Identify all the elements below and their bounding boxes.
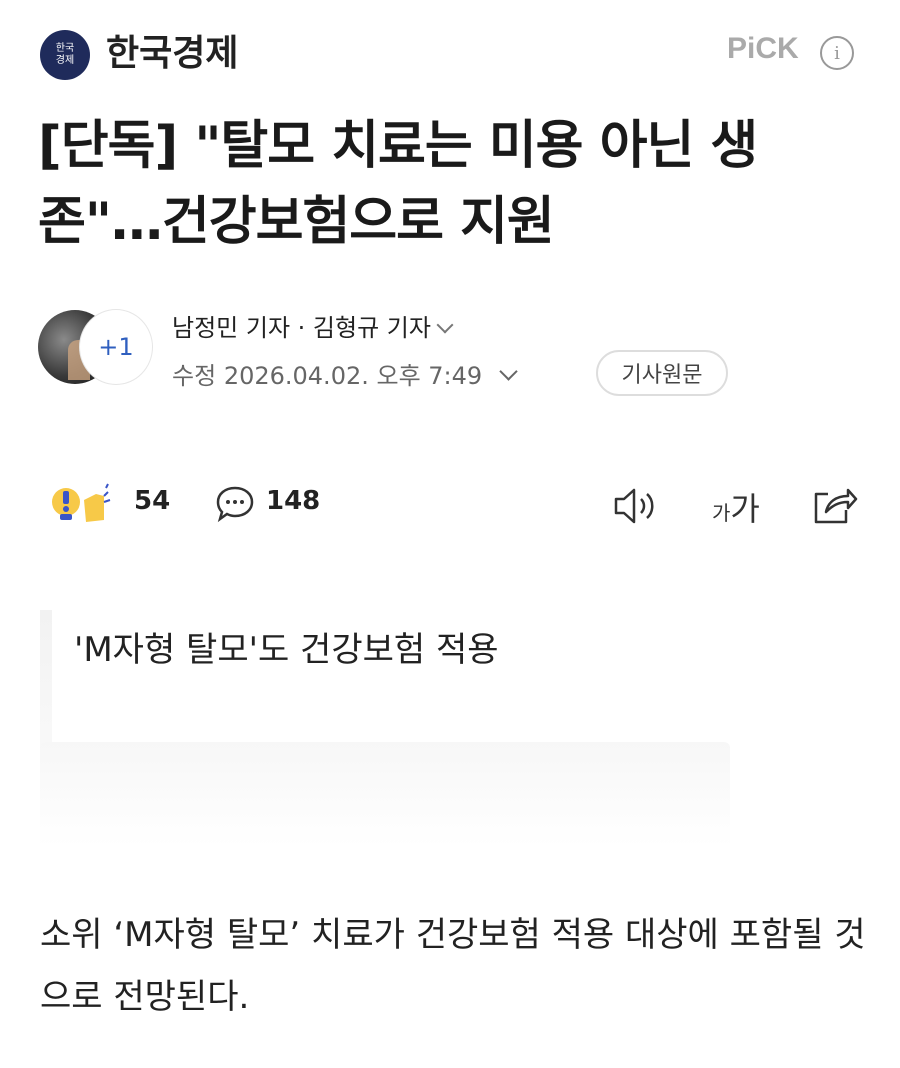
comment-count: 148	[266, 486, 321, 516]
article-body: 소위 ‘M자형 탈모’ 치료가 건강보험 적용 대상에 포함될 것으로 전망된다…	[40, 915, 866, 1017]
press-logo-text-bottom: 경제	[55, 55, 75, 66]
original-article-button[interactable]: 기사원문	[596, 350, 728, 396]
article-title: [단독] "탈모 치료는 미용 아닌 생존"…건강보험으로 지원	[38, 116, 758, 252]
press-logo[interactable]: 한국 경제	[40, 30, 90, 80]
article-image[interactable]	[40, 742, 730, 892]
reporter-names-text: 남정민 기자 · 김형규 기자	[172, 314, 431, 342]
modified-date[interactable]: 수정 2026.04.02. 오후 7:49	[172, 356, 518, 391]
article-header: 한국 경제 한국경제 PiCK i	[0, 0, 900, 110]
comment-icon[interactable]	[214, 484, 256, 524]
press-logo-text-top: 한국	[55, 43, 75, 54]
font-size-small: 가	[712, 501, 731, 525]
article-actions: 54 148 가가	[0, 470, 900, 540]
reaction-icon[interactable]	[46, 480, 126, 528]
modified-label: 수정	[172, 362, 217, 390]
info-icon[interactable]: i	[820, 36, 854, 70]
modified-datetime: 2026.04.02. 오후 7:49	[223, 362, 483, 390]
chevron-down-icon	[499, 362, 518, 381]
pick-label: PiCK	[727, 32, 799, 65]
article-subheading: 'M자형 탈모'도 건강보험 적용	[74, 630, 499, 670]
share-icon[interactable]	[808, 482, 858, 528]
font-size-button[interactable]: 가가	[712, 484, 760, 530]
press-name[interactable]: 한국경제	[106, 30, 238, 78]
font-size-large: 가	[730, 490, 760, 528]
reporter-names[interactable]: 남정민 기자 · 김형규 기자	[172, 308, 454, 343]
chevron-down-icon	[436, 316, 454, 334]
byline: +1 남정민 기자 · 김형규 기자 수정 2026.04.02. 오후 7:4…	[0, 300, 900, 410]
more-reporters-badge[interactable]: +1	[80, 310, 152, 384]
reaction-count: 54	[134, 486, 171, 516]
speaker-icon[interactable]	[612, 484, 662, 528]
